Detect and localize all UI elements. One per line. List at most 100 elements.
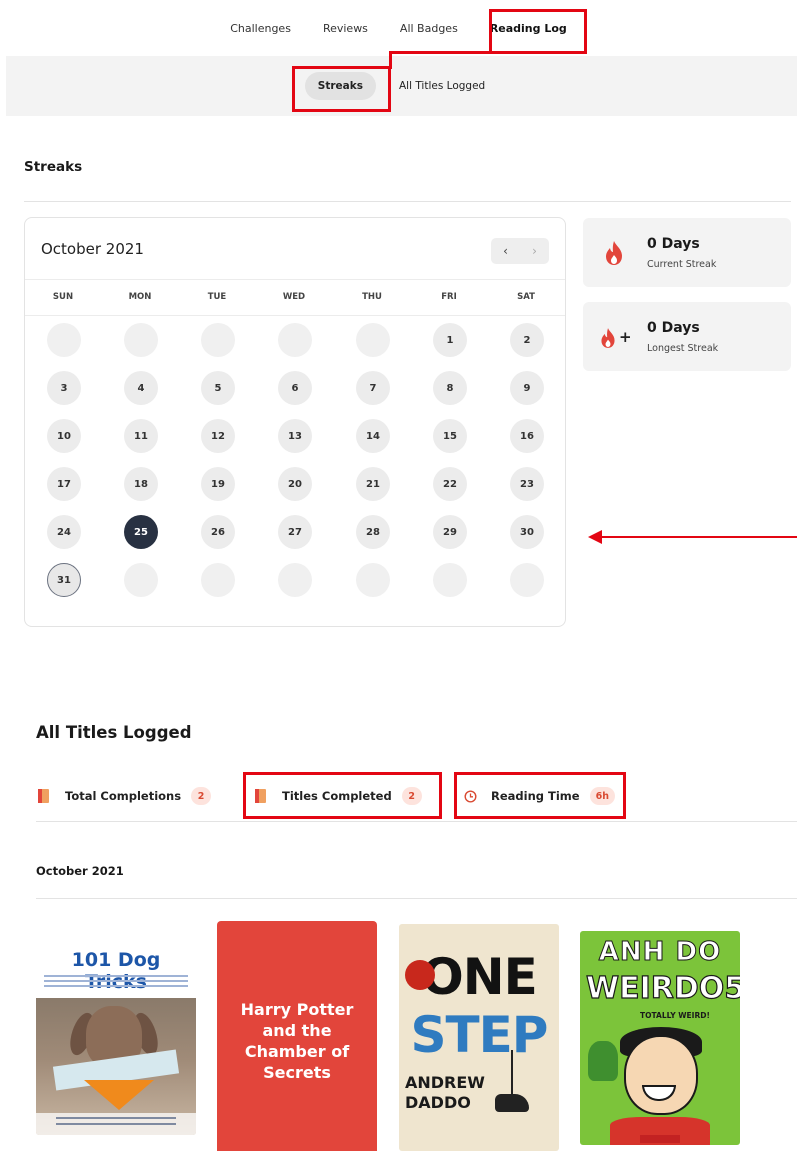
calendar-day[interactable]: 6 [278, 371, 312, 405]
calendar-day[interactable]: 22 [433, 467, 467, 501]
book-author: ANH DO [598, 937, 722, 968]
cover-subtitle-lines [44, 975, 188, 993]
count-badge: 6h [589, 787, 615, 805]
tab-all-badges[interactable]: All Badges [384, 8, 474, 48]
calendar-card: October 2021 ‹ › SUN MON TUE WED THU FRI… [24, 217, 566, 627]
current-streak-label: Current Streak [647, 259, 717, 270]
weekday-label: TUE [207, 292, 227, 302]
calendar-day[interactable]: 16 [510, 419, 544, 453]
book-author-line1: ANDREW [405, 1073, 485, 1092]
calendar-day[interactable]: 10 [47, 419, 81, 453]
calendar-day[interactable]: 14 [356, 419, 390, 453]
calendar-day[interactable]: 9 [510, 371, 544, 405]
weekday-label: SAT [517, 292, 535, 302]
calendar-day-empty [201, 563, 235, 597]
calendar-day[interactable]: 29 [433, 515, 467, 549]
stat-titles-completed[interactable]: Titles Completed 2 [255, 786, 422, 806]
calendar-day[interactable]: 2 [510, 323, 544, 357]
annotation-arrow-line [600, 536, 797, 538]
calendar-day[interactable]: 5 [201, 371, 235, 405]
calendar-month-label: October 2021 [41, 240, 144, 258]
book-subtitle: TOTALLY WEIRD! [640, 1011, 710, 1020]
subtab-all-titles-logged[interactable]: All Titles Logged [386, 72, 498, 100]
book-cover-one-step[interactable]: ONE STEP ANDREW DADDO [399, 924, 559, 1151]
calendar-day[interactable]: 1 [433, 323, 467, 357]
count-badge: 2 [401, 787, 422, 805]
calendar-day[interactable]: 11 [124, 419, 158, 453]
calendar-day[interactable]: 30 [510, 515, 544, 549]
weekday-header: SUN MON TUE WED THU FRI SAT [25, 280, 565, 316]
calendar-day-empty [201, 323, 235, 357]
chevron-right-icon[interactable]: › [520, 238, 549, 264]
count-badge: 2 [191, 787, 212, 805]
calendar-day[interactable]: 8 [433, 371, 467, 405]
calendar-day-empty [356, 563, 390, 597]
calendar-day-empty [433, 563, 467, 597]
calendar-day[interactable]: 18 [124, 467, 158, 501]
calendar-day[interactable]: 20 [278, 467, 312, 501]
stat-label: Reading Time [491, 789, 580, 803]
calendar-day-empty [356, 323, 390, 357]
stats-divider [36, 821, 797, 822]
flame-plus-icon [601, 328, 615, 348]
stat-reading-time[interactable]: Reading Time 6h [464, 786, 615, 806]
longest-streak-value: 0 Days [647, 320, 700, 336]
calendar-day[interactable]: 7 [356, 371, 390, 405]
flame-icon [606, 241, 622, 265]
cover-decoration [640, 1135, 680, 1143]
calendar-day[interactable]: 17 [47, 467, 81, 501]
calendar-day-empty [47, 323, 81, 357]
month-group-label: October 2021 [36, 864, 124, 878]
stat-total-completions[interactable]: Total Completions 2 [38, 786, 212, 806]
calendar-day-empty [278, 323, 312, 357]
subtab-streaks[interactable]: Streaks [304, 72, 376, 100]
calendar-day[interactable]: 24 [47, 515, 81, 549]
calendar-day[interactable]: 28 [356, 515, 390, 549]
calendar-day[interactable]: 4 [124, 371, 158, 405]
top-tabs: Challenges Reviews All Badges Reading Lo… [0, 0, 797, 56]
calendar-day[interactable]: 13 [278, 419, 312, 453]
month-divider [36, 898, 797, 899]
calendar-day[interactable]: 3 [47, 371, 81, 405]
book-title-line2: STEP [410, 1006, 549, 1064]
calendar-day-empty [124, 563, 158, 597]
calendar-day[interactable]: 23 [510, 467, 544, 501]
weekday-label: SUN [52, 292, 74, 302]
calendar-day[interactable]: 15 [433, 419, 467, 453]
calendar-day[interactable]: 19 [201, 467, 235, 501]
stat-label: Titles Completed [282, 789, 392, 803]
cover-decoration [624, 1035, 698, 1115]
calendar-day[interactable]: 25 [124, 515, 158, 549]
plus-icon: + [619, 328, 632, 346]
calendar-day-empty [278, 563, 312, 597]
weekday-label: FRI [441, 292, 457, 302]
current-streak-value: 0 Days [647, 236, 700, 252]
book-cover-101-dog-tricks[interactable]: 101 Dog Tricks [36, 943, 196, 1135]
tab-reading-log[interactable]: Reading Log [474, 8, 583, 48]
book-icon [255, 789, 266, 803]
book-cover-weirdo-5[interactable]: ANH DO WEIRDO5 TOTALLY WEIRD! [580, 931, 740, 1145]
calendar-day-empty [124, 323, 158, 357]
calendar-day[interactable]: 31 [47, 563, 81, 597]
book-title: WEIRDO5 [585, 970, 740, 1006]
tab-reviews[interactable]: Reviews [307, 8, 384, 48]
calendar-day[interactable]: 12 [201, 419, 235, 453]
tab-challenges[interactable]: Challenges [214, 8, 307, 48]
book-cover-harry-potter[interactable]: Harry Potter and the Chamber of Secrets [217, 921, 377, 1151]
calendar-day[interactable]: 21 [356, 467, 390, 501]
annotation-arrow-head [588, 530, 602, 544]
weekday-label: MON [128, 292, 152, 302]
calendar-day[interactable]: 27 [278, 515, 312, 549]
calendar-day-empty [510, 563, 544, 597]
longest-streak-card: + 0 Days Longest Streak [583, 302, 791, 371]
chevron-left-icon[interactable]: ‹ [491, 238, 520, 264]
cover-decoration [495, 1094, 529, 1112]
calendar-nav: ‹ › [491, 238, 549, 264]
book-icon [38, 789, 49, 803]
stat-label: Total Completions [65, 789, 182, 803]
weekday-label: WED [282, 292, 306, 302]
current-streak-card: 0 Days Current Streak [583, 218, 791, 287]
calendar-header: October 2021 ‹ › [25, 218, 565, 280]
calendar-day[interactable]: 26 [201, 515, 235, 549]
weekday-label: THU [362, 292, 382, 302]
